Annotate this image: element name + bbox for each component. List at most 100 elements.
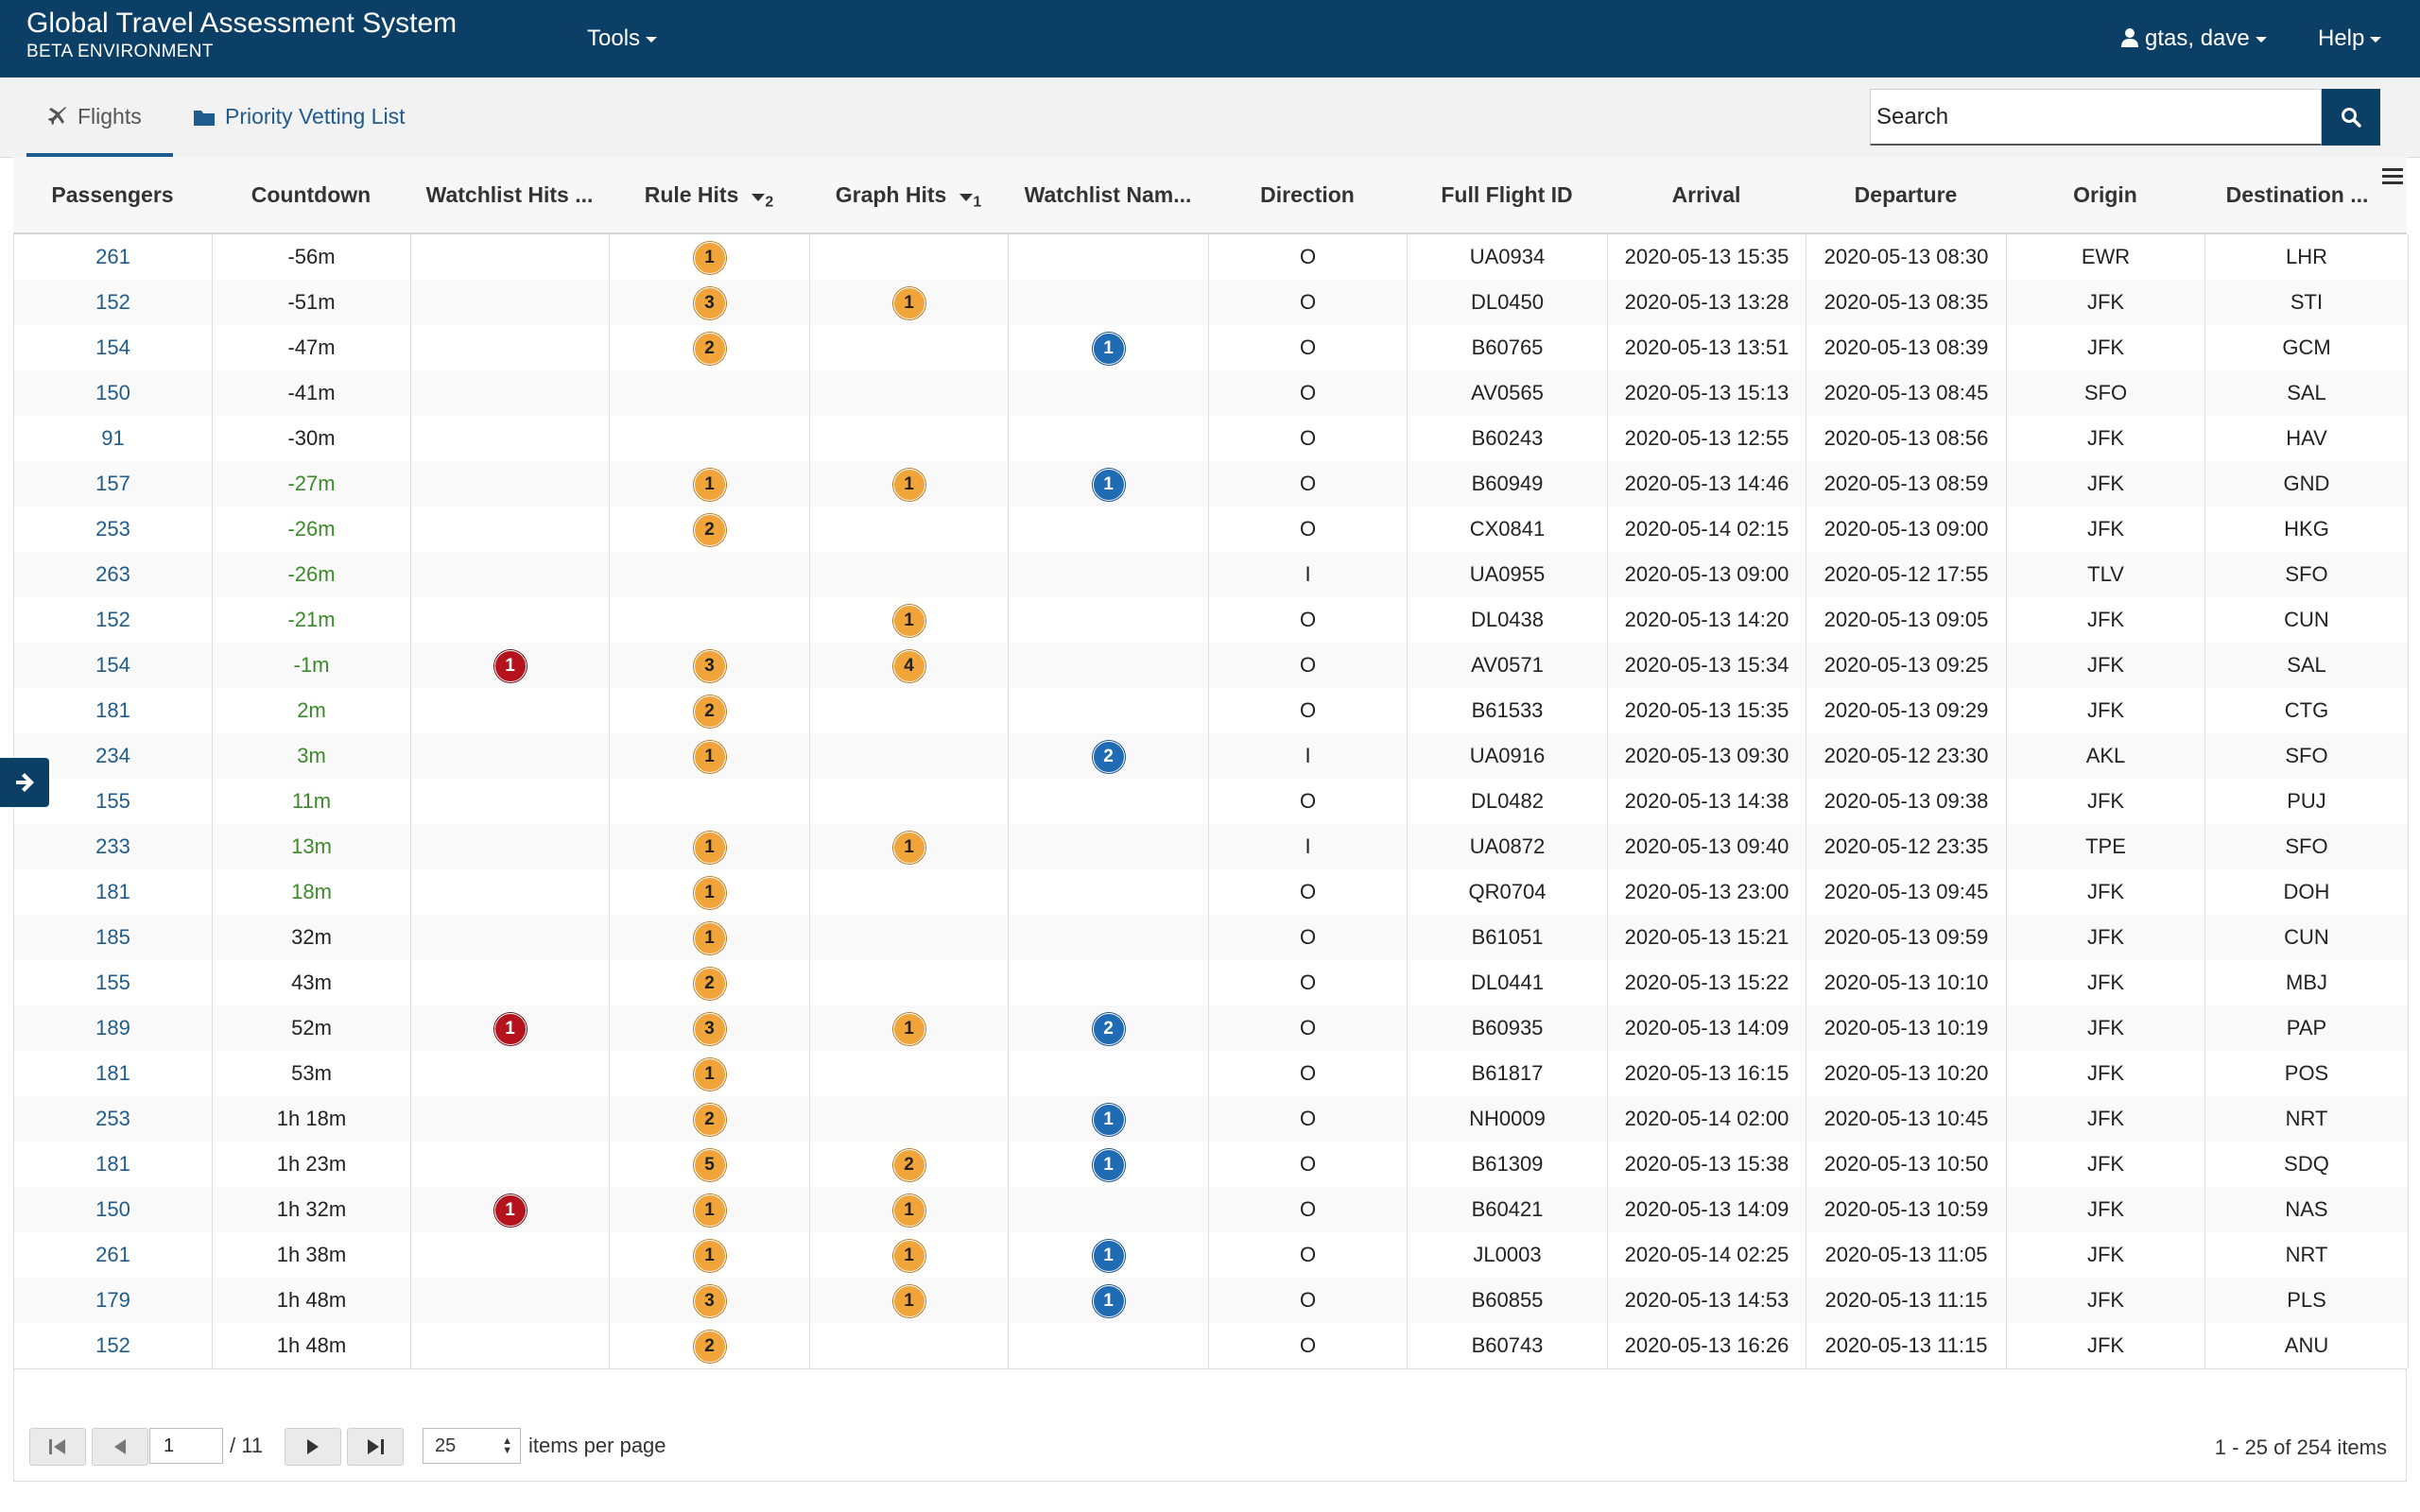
table-row[interactable]: 181 1h 23m 5 2 1 O B61309 2020-05-13 15:38 2020-… [14, 1142, 2408, 1187]
rule-hits-badge[interactable]: 3 [693, 650, 726, 683]
watchlist-hits-badge[interactable]: 1 [493, 1194, 527, 1228]
next-page-button[interactable] [285, 1428, 341, 1466]
rule-hits-badge[interactable]: 2 [693, 696, 726, 729]
table-row[interactable]: 261 -56m 1 O UA0934 2020-05-13 15:35 2020-05-1… [14, 234, 2408, 280]
table-row[interactable]: 155 11m O DL0482 2020-05-13 14:38 2020-05-13 … [14, 779, 2408, 824]
watchlist-hits-badge[interactable]: 1 [493, 1013, 527, 1046]
page-number-input[interactable] [149, 1428, 223, 1464]
watchlist-names-badge[interactable]: 1 [1092, 1104, 1125, 1137]
search-input[interactable] [1870, 89, 2322, 146]
rule-hits-badge[interactable]: 2 [693, 514, 726, 547]
table-row[interactable]: 253 -26m 2 O CX0841 2020-05-14 02:15 2020-05-1… [14, 507, 2408, 552]
watchlist-names-badge[interactable]: 1 [1092, 469, 1125, 502]
watchlist-names-badge[interactable]: 1 [1092, 333, 1125, 366]
graph-hits-badge[interactable]: 1 [892, 287, 925, 320]
cell-passengers-value[interactable]: 181 [95, 880, 130, 903]
cell-passengers-value[interactable]: 181 [95, 1061, 130, 1085]
watchlist-names-badge[interactable]: 1 [1092, 1285, 1125, 1318]
table-row[interactable]: 261 1h 38m 1 1 1 O JL0003 2020-05-14 02:25 2020-… [14, 1232, 2408, 1278]
cell-passengers-value[interactable]: 263 [95, 562, 130, 586]
table-row[interactable]: 181 2m 2 O B61533 2020-05-13 15:35 2020-05-13 … [14, 688, 2408, 733]
column-header-arrival[interactable]: Arrival [1607, 157, 1806, 232]
cell-passengers-value[interactable]: 189 [95, 1016, 130, 1040]
cell-passengers-value[interactable]: 152 [95, 608, 130, 631]
rule-hits-badge[interactable]: 1 [693, 1194, 726, 1228]
cell-passengers-value[interactable]: 154 [95, 335, 130, 359]
cell-passengers-value[interactable]: 253 [95, 517, 130, 541]
table-row[interactable]: 263 -26m I UA0955 2020-05-13 09:00 2020-05-12… [14, 552, 2408, 597]
rule-hits-badge[interactable]: 3 [693, 1285, 726, 1318]
watchlist-names-badge[interactable]: 1 [1092, 1240, 1125, 1273]
column-header-origin[interactable]: Origin [2006, 157, 2204, 232]
graph-hits-badge[interactable]: 1 [892, 469, 925, 502]
column-header-full-flight-id[interactable]: Full Flight ID [1407, 157, 1607, 232]
rule-hits-badge[interactable]: 1 [693, 832, 726, 865]
column-header-watchlist-names[interactable]: Watchlist Nam... [1008, 157, 1208, 232]
cell-passengers-value[interactable]: 150 [95, 381, 130, 404]
rule-hits-badge[interactable]: 1 [693, 877, 726, 910]
table-row[interactable]: 154 -1m 1 3 4 O AV0571 2020-05-13 15:34 2020-05-… [14, 643, 2408, 688]
cell-passengers-value[interactable]: 234 [95, 744, 130, 767]
table-row[interactable]: 157 -27m 1 1 1 O B60949 2020-05-13 14:46 2020-05… [14, 461, 2408, 507]
user-menu[interactable]: gtas, dave [2120, 26, 2267, 52]
column-menu-hamburger-icon[interactable] [2378, 164, 2407, 193]
first-page-button[interactable] [29, 1428, 86, 1466]
watchlist-names-badge[interactable]: 2 [1092, 1013, 1125, 1046]
help-menu[interactable]: Help [2318, 26, 2382, 52]
table-row[interactable]: 150 1h 32m 1 1 1 O B60421 2020-05-13 14:09 2020-… [14, 1187, 2408, 1232]
table-row[interactable]: 152 -21m 1 O DL0438 2020-05-13 14:20 2020-05-1… [14, 597, 2408, 643]
search-button[interactable] [2322, 89, 2380, 146]
cell-passengers-value[interactable]: 157 [95, 472, 130, 495]
rule-hits-badge[interactable]: 1 [693, 922, 726, 955]
cell-passengers-value[interactable]: 152 [95, 1333, 130, 1357]
app-title[interactable]: Global Travel Assessment System [26, 8, 457, 40]
cell-passengers-value[interactable]: 185 [95, 925, 130, 949]
graph-hits-badge[interactable]: 1 [892, 1240, 925, 1273]
column-header-direction[interactable]: Direction [1208, 157, 1407, 232]
column-header-countdown[interactable]: Countdown [212, 157, 410, 232]
table-row[interactable]: 181 18m 1 O QR0704 2020-05-13 23:00 2020-05-13… [14, 869, 2408, 915]
rule-hits-badge[interactable]: 2 [693, 333, 726, 366]
rule-hits-badge[interactable]: 1 [693, 469, 726, 502]
table-row[interactable]: 152 -51m 3 1 O DL0450 2020-05-13 13:28 2020-05-… [14, 280, 2408, 325]
table-row[interactable]: 181 53m 1 O B61817 2020-05-13 16:15 2020-05-13… [14, 1051, 2408, 1096]
rule-hits-badge[interactable]: 2 [693, 1331, 726, 1364]
table-row[interactable]: 150 -41m O AV0565 2020-05-13 15:13 2020-05-13… [14, 370, 2408, 416]
column-header-rule-hits[interactable]: Rule Hits 2 [609, 157, 809, 232]
cell-passengers-value[interactable]: 155 [95, 971, 130, 994]
rule-hits-badge[interactable]: 3 [693, 287, 726, 320]
column-header-graph-hits[interactable]: Graph Hits 1 [809, 157, 1008, 232]
cell-passengers-value[interactable]: 233 [95, 834, 130, 858]
graph-hits-badge[interactable]: 4 [892, 650, 925, 683]
cell-passengers-value[interactable]: 261 [95, 1243, 130, 1266]
cell-passengers-value[interactable]: 261 [95, 245, 130, 268]
watchlist-names-badge[interactable]: 1 [1092, 1149, 1125, 1182]
watchlist-names-badge[interactable]: 2 [1092, 741, 1125, 774]
graph-hits-badge[interactable]: 1 [892, 605, 925, 638]
table-row[interactable]: 253 1h 18m 2 1 O NH0009 2020-05-14 02:00 2020-0… [14, 1096, 2408, 1142]
side-panel-toggle[interactable] [0, 758, 49, 807]
cell-passengers-value[interactable]: 150 [95, 1197, 130, 1221]
column-header-destination[interactable]: Destination ... [2204, 157, 2390, 232]
graph-hits-badge[interactable]: 1 [892, 1285, 925, 1318]
cell-passengers-value[interactable]: 181 [95, 698, 130, 722]
rule-hits-badge[interactable]: 3 [693, 1013, 726, 1046]
cell-passengers-value[interactable]: 253 [95, 1107, 130, 1130]
watchlist-hits-badge[interactable]: 1 [493, 650, 527, 683]
column-header-watchlist-hits[interactable]: Watchlist Hits ... [410, 157, 609, 232]
cell-passengers-value[interactable]: 91 [101, 426, 124, 450]
rule-hits-badge[interactable]: 1 [693, 242, 726, 275]
column-header-departure[interactable]: Departure [1806, 157, 2006, 232]
previous-page-button[interactable] [92, 1428, 148, 1466]
graph-hits-badge[interactable]: 1 [892, 1013, 925, 1046]
table-row[interactable]: 189 52m 1 3 1 2 O B60935 2020-05-13 14:09 2020-05… [14, 1005, 2408, 1051]
cell-passengers-value[interactable]: 154 [95, 653, 130, 677]
graph-hits-badge[interactable]: 1 [892, 832, 925, 865]
cell-passengers-value[interactable]: 155 [95, 789, 130, 813]
table-row[interactable]: 91 -30m O B60243 2020-05-13 12:55 2020-05-13 … [14, 416, 2408, 461]
rule-hits-badge[interactable]: 1 [693, 1240, 726, 1273]
table-row[interactable]: 179 1h 48m 3 1 1 O B60855 2020-05-13 14:53 2020-… [14, 1278, 2408, 1323]
rule-hits-badge[interactable]: 1 [693, 1058, 726, 1091]
rule-hits-badge[interactable]: 5 [693, 1149, 726, 1182]
table-row[interactable]: 185 32m 1 O B61051 2020-05-13 15:21 2020-05-13… [14, 915, 2408, 960]
